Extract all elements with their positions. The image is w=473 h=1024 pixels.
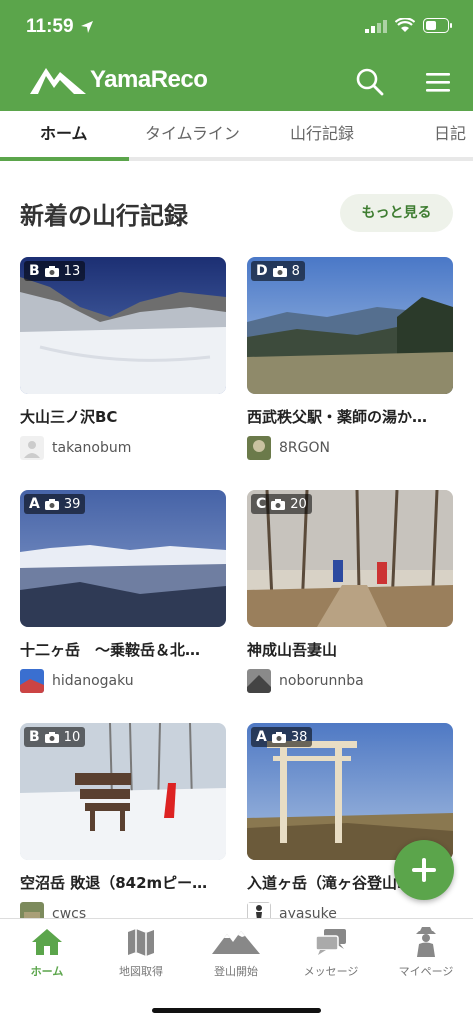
grade-label: D bbox=[256, 263, 268, 279]
photo-count: 20 bbox=[290, 496, 307, 512]
record-title[interactable]: 十二ヶ岳 ～乗鞍岳＆北… bbox=[20, 639, 226, 660]
active-tab-indicator bbox=[0, 157, 129, 161]
camera-icon bbox=[271, 731, 286, 743]
record-user[interactable]: noborunnba bbox=[247, 668, 453, 694]
record-thumbnail[interactable]: B 10 bbox=[20, 723, 226, 860]
record-thumbnail[interactable]: B 13 bbox=[20, 257, 226, 394]
camera-icon bbox=[271, 498, 286, 510]
yamareco-logo[interactable]: YamaReco bbox=[30, 64, 208, 96]
nav-start-climb[interactable]: 登山開始 bbox=[189, 925, 283, 985]
user-name: hidanogaku bbox=[52, 673, 134, 689]
grade-label: A bbox=[29, 496, 40, 512]
nav-label: 地図取得 bbox=[119, 965, 163, 978]
nav-label: マイページ bbox=[398, 965, 454, 978]
record-thumbnail[interactable]: C 20 bbox=[247, 490, 453, 627]
grade-label: A bbox=[256, 729, 267, 745]
record-user[interactable]: hidanogaku bbox=[20, 668, 226, 694]
logo-text: YamaReco bbox=[90, 66, 208, 93]
search-icon bbox=[356, 68, 384, 96]
nav-messages[interactable]: メッセージ bbox=[284, 925, 378, 985]
record-badge: A 38 bbox=[251, 727, 313, 747]
avatar bbox=[247, 436, 271, 460]
user-name: noborunnba bbox=[279, 673, 364, 689]
record-title[interactable]: 西武秩父駅・薬師の湯か… bbox=[247, 406, 453, 427]
tab-records[interactable]: 山行記録 bbox=[290, 111, 354, 157]
grade-label: C bbox=[256, 496, 267, 512]
camera-icon bbox=[272, 265, 287, 277]
section-header: 新着の山行記録 もっと見る bbox=[20, 194, 453, 234]
photo-count: 13 bbox=[63, 263, 81, 279]
record-badge: D 8 bbox=[251, 261, 305, 281]
grade-label: B bbox=[29, 729, 40, 745]
camera-icon bbox=[44, 265, 59, 277]
record-card[interactable]: B 13 大山三ノ沢BC takanobum bbox=[20, 257, 226, 461]
record-user[interactable]: 8RGON bbox=[247, 435, 453, 461]
nav-map[interactable]: 地図取得 bbox=[94, 925, 188, 985]
status-bar: 11:59 bbox=[0, 0, 473, 52]
tab-timeline[interactable]: タイムライン bbox=[145, 111, 240, 157]
plus-icon bbox=[412, 858, 436, 882]
camera-icon bbox=[44, 498, 59, 510]
home-indicator bbox=[152, 1008, 321, 1013]
nav-label: 登山開始 bbox=[214, 965, 258, 978]
chat-icon bbox=[315, 929, 346, 955]
add-record-button[interactable] bbox=[394, 840, 454, 900]
battery-icon bbox=[423, 18, 452, 33]
user-name: takanobum bbox=[52, 440, 132, 456]
tab-diary[interactable]: 日記 bbox=[434, 111, 466, 157]
mountain-icon bbox=[212, 931, 260, 954]
status-time: 11:59 bbox=[26, 16, 74, 37]
wifi-icon bbox=[395, 18, 415, 32]
record-card[interactable]: A 39 十二ヶ岳 ～乗鞍岳＆北… hidanogaku bbox=[20, 490, 226, 694]
record-badge: C 20 bbox=[251, 494, 312, 514]
grade-label: B bbox=[29, 263, 40, 279]
avatar bbox=[20, 436, 44, 460]
avatar bbox=[20, 669, 44, 693]
map-icon bbox=[128, 929, 154, 956]
record-card[interactable]: D 8 西武秩父駅・薬師の湯か… 8RGON bbox=[247, 257, 453, 461]
nav-mypage[interactable]: マイページ bbox=[379, 925, 473, 985]
tab-bar: ホーム タイムライン 山行記録 日記 bbox=[0, 111, 473, 161]
avatar bbox=[247, 669, 271, 693]
photo-count: 39 bbox=[63, 496, 81, 512]
photo-count: 8 bbox=[291, 263, 300, 279]
nav-label: ホーム bbox=[30, 965, 64, 978]
location-arrow-icon bbox=[81, 21, 93, 33]
hamburger-icon bbox=[426, 73, 450, 92]
nav-label: メッセージ bbox=[303, 965, 359, 978]
user-name: 8RGON bbox=[279, 440, 330, 456]
camera-icon bbox=[44, 731, 59, 743]
app-header: YamaReco bbox=[0, 52, 473, 111]
section-title: 新着の山行記録 bbox=[20, 202, 188, 230]
photo-count: 10 bbox=[63, 729, 81, 745]
tab-home[interactable]: ホーム bbox=[40, 111, 88, 157]
record-card[interactable]: C 20 神成山吾妻山 noborunnba bbox=[247, 490, 453, 694]
record-badge: A 39 bbox=[24, 494, 86, 514]
hiker-icon bbox=[416, 927, 436, 957]
record-thumbnail[interactable]: A 39 bbox=[20, 490, 226, 627]
record-thumbnail[interactable]: D 8 bbox=[247, 257, 453, 394]
record-badge: B 13 bbox=[24, 261, 86, 281]
menu-button[interactable] bbox=[422, 66, 454, 98]
logo-mountain-icon bbox=[30, 68, 86, 94]
search-button[interactable] bbox=[354, 66, 386, 98]
signal-icon bbox=[365, 19, 387, 33]
photo-count: 38 bbox=[290, 729, 308, 745]
nav-home[interactable]: ホーム bbox=[0, 925, 94, 985]
record-title[interactable]: 神成山吾妻山 bbox=[247, 639, 453, 660]
record-badge: B 10 bbox=[24, 727, 86, 747]
record-user[interactable]: takanobum bbox=[20, 435, 226, 461]
see-more-button[interactable]: もっと見る bbox=[340, 194, 453, 232]
home-icon bbox=[32, 929, 62, 955]
record-title[interactable]: 大山三ノ沢BC bbox=[20, 406, 226, 427]
record-title[interactable]: 空沼岳 敗退（842mピー… bbox=[20, 872, 226, 893]
record-card[interactable]: B 10 空沼岳 敗退（842mピー… cwcs bbox=[20, 723, 226, 927]
